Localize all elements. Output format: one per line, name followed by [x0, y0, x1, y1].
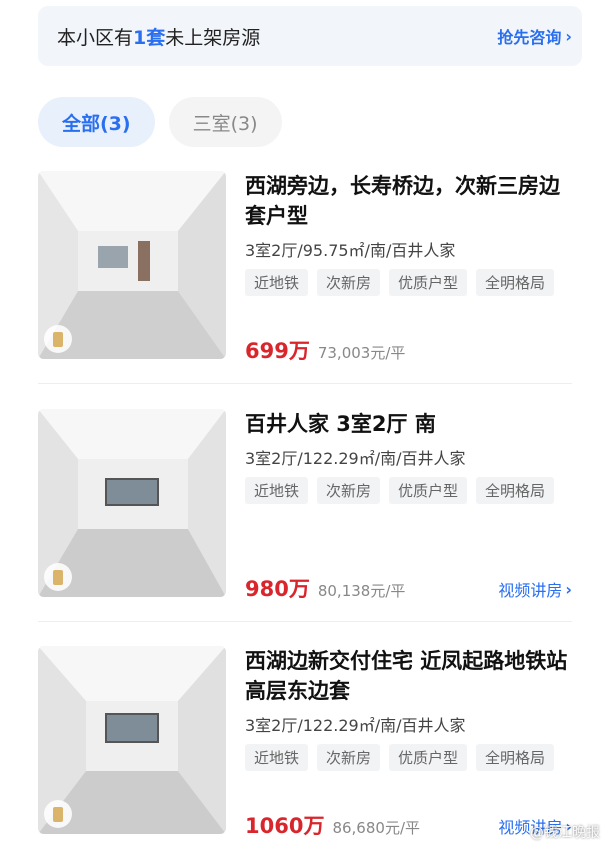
listing-info: 百井人家 3室2厅 南 3室2厅/122.29㎡/南/百井人家 近地铁 次新房 …	[245, 409, 572, 504]
unit-price: 73,003元/平	[317, 344, 406, 362]
listing-card[interactable]: 百井人家 3室2厅 南 3室2厅/122.29㎡/南/百井人家 近地铁 次新房 …	[38, 409, 572, 601]
listing-card[interactable]: 西湖边新交付住宅 近凤起路地铁站 高层东边套 3室2厅/122.29㎡/南/百井…	[38, 646, 572, 838]
listing-meta: 3室2厅/95.75㎡/南/百井人家	[245, 241, 456, 260]
listing-meta: 3室2厅/122.29㎡/南/百井人家	[245, 449, 466, 468]
video-tour-label: 视频讲房	[498, 581, 563, 600]
tag: 优质户型	[389, 477, 468, 504]
tag: 全明格局	[476, 269, 555, 296]
banner-text: 本小区有1套未上架房源	[57, 23, 260, 50]
tag: 全明格局	[476, 744, 555, 771]
listing-photo[interactable]	[38, 171, 226, 359]
listing-photo[interactable]	[38, 646, 226, 834]
tag: 近地铁	[245, 269, 309, 296]
banner-suffix: 未上架房源	[165, 26, 261, 49]
listing-tags: 近地铁 次新房 优质户型 全明格局	[245, 269, 572, 296]
filter-chips: 全部(3) 三室(3)	[38, 97, 282, 147]
chevron-right-icon: ›	[565, 579, 572, 599]
watermark: @钱江晚报	[530, 825, 600, 841]
tag: 全明格局	[476, 477, 555, 504]
tag: 优质户型	[389, 269, 468, 296]
tag: 近地铁	[245, 477, 309, 504]
listing-info: 西湖旁边，长寿桥边，次新三房边套户型 3室2厅/95.75㎡/南/百井人家 近地…	[245, 171, 572, 296]
banner-prefix: 本小区有	[57, 26, 134, 49]
divider	[38, 621, 572, 622]
listing-title: 西湖边新交付住宅 近凤起路地铁站 高层东边套	[245, 649, 568, 703]
unit-price: 86,680元/平	[332, 819, 420, 837]
tag: 次新房	[317, 477, 381, 504]
unit-price: 80,138元/平	[317, 582, 406, 600]
listing-meta: 3室2厅/122.29㎡/南/百井人家	[245, 716, 466, 735]
consult-link[interactable]: 抢先咨询 ›	[497, 24, 572, 48]
divider	[38, 383, 572, 384]
banner-count: 1套	[133, 26, 166, 49]
filter-chip-label: 三室(3)	[192, 112, 258, 135]
listing-title: 百井人家 3室2厅 南	[245, 412, 436, 436]
total-price: 1060万	[245, 814, 325, 838]
listing-tags: 近地铁 次新房 优质户型 全明格局	[245, 744, 572, 771]
tag: 次新房	[317, 744, 381, 771]
listing-photo[interactable]	[38, 409, 226, 597]
total-price: 980万	[245, 577, 310, 601]
video-tour-link[interactable]: 视频讲房 ›	[498, 577, 572, 601]
price-row: 1060万 86,680元/平 视频讲房 ›	[245, 810, 572, 840]
total-price: 699万	[245, 339, 310, 363]
listing-card[interactable]: 西湖旁边，长寿桥边，次新三房边套户型 3室2厅/95.75㎡/南/百井人家 近地…	[38, 171, 572, 363]
chevron-right-icon: ›	[565, 26, 572, 46]
tag: 优质户型	[389, 744, 468, 771]
vr-icon	[44, 563, 72, 591]
listing-info: 西湖边新交付住宅 近凤起路地铁站 高层东边套 3室2厅/122.29㎡/南/百井…	[245, 646, 572, 771]
tag: 次新房	[317, 269, 381, 296]
unlisted-banner[interactable]: 本小区有1套未上架房源 抢先咨询 ›	[38, 6, 582, 66]
listing-tags: 近地铁 次新房 优质户型 全明格局	[245, 477, 572, 504]
filter-chip-three-room[interactable]: 三室(3)	[168, 97, 282, 147]
filter-chip-label: 全部(3)	[62, 112, 131, 135]
listing-title: 西湖旁边，长寿桥边，次新三房边套户型	[245, 174, 560, 228]
price-row: 699万 73,003元/平	[245, 335, 572, 365]
vr-icon	[44, 800, 72, 828]
filter-chip-all[interactable]: 全部(3)	[38, 97, 155, 147]
price-row: 980万 80,138元/平 视频讲房 ›	[245, 573, 572, 603]
vr-icon	[44, 325, 72, 353]
consult-link-label: 抢先咨询	[497, 28, 562, 47]
tag: 近地铁	[245, 744, 309, 771]
